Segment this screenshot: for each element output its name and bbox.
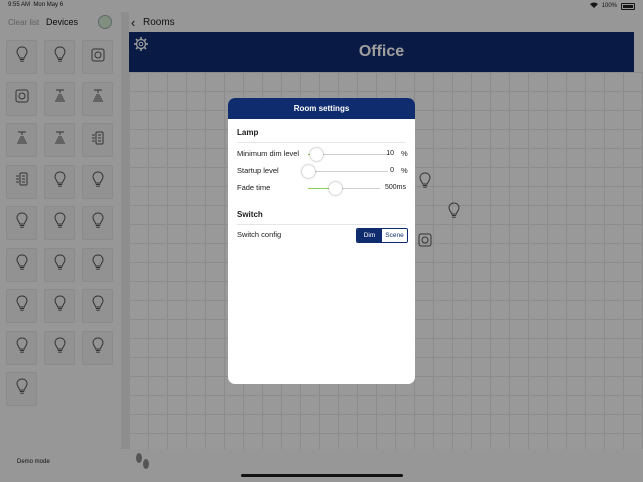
scene-option[interactable]: Scene [382, 229, 407, 242]
room-settings-modal: Room settings Lamp Minimum dim level 10 … [228, 98, 415, 384]
switch-config-segmented: Dim Scene [356, 228, 408, 243]
min-dim-thumb[interactable] [310, 148, 323, 161]
min-dim-unit: % [401, 149, 408, 158]
fade-time-value: 500ms [384, 184, 406, 191]
startup-level-thumb[interactable] [302, 165, 315, 178]
min-dim-label: Minimum dim level [237, 149, 300, 158]
dim-option[interactable]: Dim [357, 229, 382, 242]
fade-time-thumb[interactable] [329, 182, 343, 195]
min-dim-value: 10 [386, 150, 394, 157]
startup-level-slider[interactable] [302, 165, 388, 178]
lamp-heading: Lamp [237, 128, 259, 137]
modal-title: Room settings [228, 98, 415, 119]
switch-heading: Switch [237, 210, 263, 219]
startup-level-label: Startup level [237, 166, 279, 175]
fade-time-label: Fade time [237, 183, 271, 192]
lamp-divider [237, 142, 406, 143]
switch-config-label: Switch config [237, 230, 282, 239]
switch-divider [237, 224, 406, 225]
startup-level-unit: % [401, 166, 408, 175]
startup-level-value: 0 [390, 167, 394, 174]
home-indicator[interactable] [241, 474, 403, 477]
fade-time-slider[interactable] [308, 182, 380, 195]
min-dim-slider[interactable] [308, 148, 388, 161]
